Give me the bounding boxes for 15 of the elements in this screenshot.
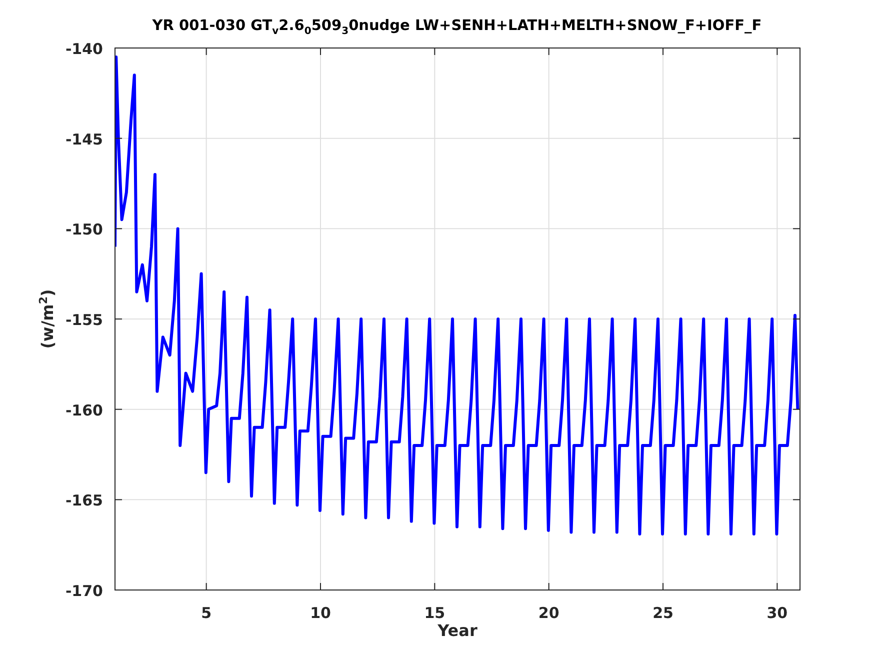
tick-label: -170: [65, 582, 103, 600]
tick-label: -160: [65, 401, 103, 420]
tick-label: 20: [538, 604, 560, 622]
tick-label: 25: [652, 604, 674, 622]
tick-label: 10: [310, 604, 331, 622]
tick-label: -140: [65, 40, 103, 58]
tick-label: 5: [201, 604, 212, 622]
tick-label: 30: [766, 604, 788, 622]
tick-label: -155: [65, 311, 103, 329]
tick-label: 15: [424, 604, 446, 622]
tick-label: -165: [65, 492, 103, 510]
x-axis-label: Year: [436, 621, 478, 640]
tick-label: -150: [65, 220, 103, 239]
tick-label: -145: [65, 130, 103, 148]
chart-title: YR 001-030 GT$_{v}$2.6$_{0}$509$_{3}$0nudge LW+SENH+LATH+MELTH+SNOW_F+IOFF_F: [151, 18, 763, 37]
